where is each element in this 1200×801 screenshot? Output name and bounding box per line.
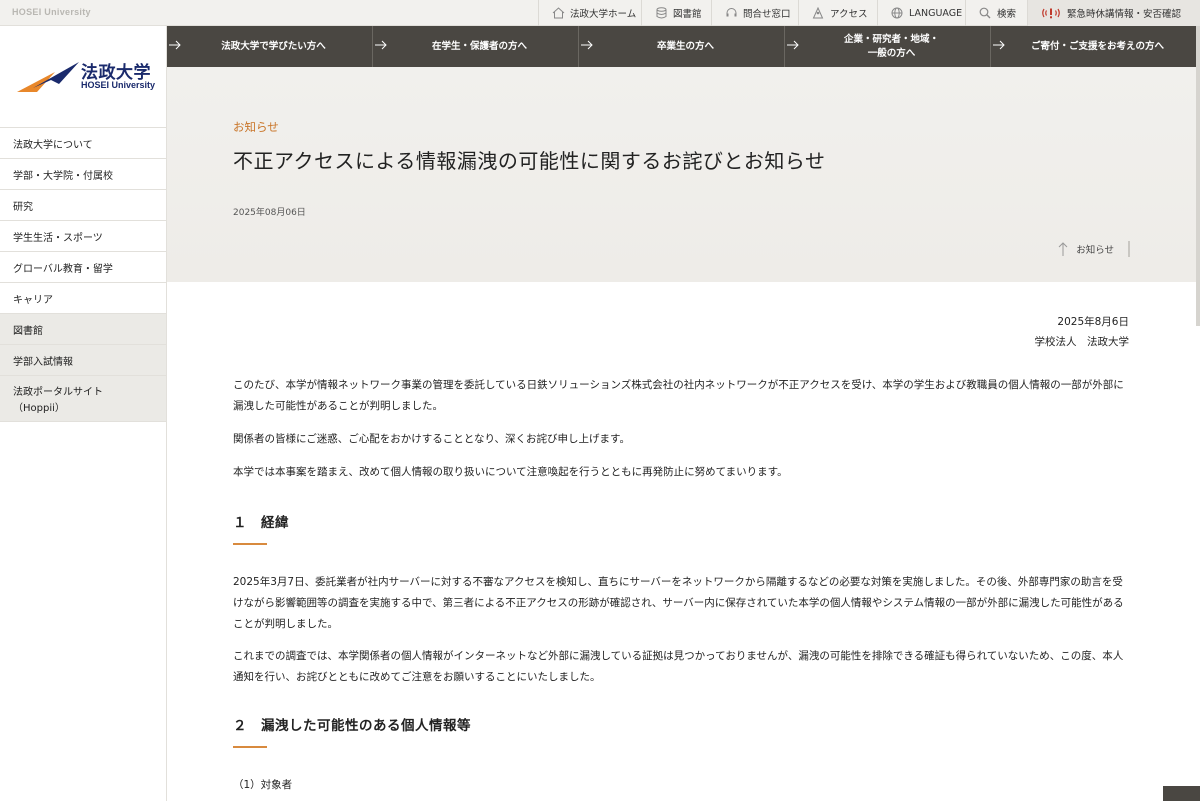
alert-icon bbox=[1040, 6, 1062, 20]
emergency-info-link[interactable]: 緊急時休講情報・安否確認 bbox=[1027, 0, 1200, 26]
util-link-label: 検索 bbox=[997, 9, 1017, 20]
util-link-label: LANGUAGE bbox=[909, 7, 963, 19]
logo-text-en: HOSEI University bbox=[81, 80, 156, 90]
sidebar-item-portal[interactable]: 法政ポータルサイト （Hoppii） bbox=[0, 376, 166, 422]
audience-label: ご寄付・ご支援をお考えの方へ bbox=[1030, 40, 1164, 52]
utility-bar: HOSEI University 法政大学ホーム 図書館 問合せ窓口 アクセス … bbox=[0, 0, 1200, 26]
publish-date: 2025年08月06日 bbox=[233, 208, 306, 218]
scrollbar[interactable] bbox=[1196, 26, 1200, 326]
util-link-label: 法政大学ホーム bbox=[570, 9, 637, 20]
body-paragraph: これまでの調査では、本学関係者の個人情報がインターネットなど外部に漏洩している証… bbox=[233, 650, 1124, 683]
arrow-right-icon bbox=[993, 40, 1005, 50]
util-link-home[interactable]: 法政大学ホーム bbox=[538, 0, 640, 26]
intro-paragraph: 本学では本事案を踏まえ、改めて個人情報の取り扱いについて注意喚起を行うとともに再… bbox=[233, 466, 788, 478]
page-top-button[interactable] bbox=[1163, 786, 1200, 801]
globe-icon bbox=[890, 6, 904, 20]
home-icon bbox=[551, 6, 565, 20]
university-logo[interactable]: 法政大学 HOSEI University bbox=[15, 58, 155, 98]
sidebar-item-global[interactable]: グローバル教育・留学 bbox=[0, 252, 166, 283]
heading-underline bbox=[233, 543, 267, 545]
util-link-label: 問合せ窓口 bbox=[743, 9, 791, 20]
audience-label: 企業・研究者・地域・ 一般の方へ bbox=[843, 33, 939, 59]
sidebar-item-research[interactable]: 研究 bbox=[0, 190, 166, 221]
arrow-right-icon bbox=[787, 40, 799, 50]
sidebar-item-student-life[interactable]: 学生生活・スポーツ bbox=[0, 221, 166, 252]
back-to-news-link[interactable]: お知らせ bbox=[1058, 241, 1130, 257]
signature-date: 2025年8月6日 bbox=[1057, 316, 1129, 328]
util-link-label: アクセス bbox=[830, 9, 868, 20]
search-icon bbox=[978, 6, 992, 20]
article-category[interactable]: お知らせ bbox=[233, 119, 279, 135]
audience-corporate[interactable]: 企業・研究者・地域・ 一般の方へ bbox=[784, 26, 990, 67]
section-heading: ２ 漏洩した可能性のある個人情報等 bbox=[233, 718, 471, 734]
audience-nav: 法政大学で学びたい方へ 在学生・保護者の方へ 卒業生の方へ 企業・研究者・地域・… bbox=[167, 26, 1196, 67]
intro-paragraph: このたび、本学が情報ネットワーク事業の管理を委託している日鉄ソリューションズ株式… bbox=[233, 379, 1124, 412]
arrow-right-icon bbox=[581, 40, 593, 50]
back-label: お知らせ bbox=[1076, 245, 1114, 256]
util-link-access[interactable]: アクセス bbox=[798, 0, 876, 26]
sidebar-item-label: 法政ポータルサイト （Hoppii） bbox=[13, 387, 103, 414]
sidebar-item-about[interactable]: 法政大学について bbox=[0, 128, 166, 159]
page-title: 不正アクセスによる情報漏洩の可能性に関するお詫びとお知らせ bbox=[233, 149, 826, 173]
audience-alumni[interactable]: 卒業生の方へ bbox=[578, 26, 784, 67]
util-link-language[interactable]: LANGUAGE bbox=[877, 0, 964, 26]
emergency-label: 緊急時休講情報・安否確認 bbox=[1067, 9, 1182, 20]
audience-prospective[interactable]: 法政大学で学びたい方へ bbox=[167, 26, 372, 67]
headset-icon bbox=[724, 6, 738, 20]
section-heading: １ 経緯 bbox=[233, 515, 289, 531]
audience-label: 法政大学で学びたい方へ bbox=[221, 40, 326, 52]
database-icon bbox=[654, 6, 668, 20]
heading-underline bbox=[233, 746, 267, 748]
arrow-right-icon bbox=[169, 40, 181, 50]
audience-donation[interactable]: ご寄付・ご支援をお考えの方へ bbox=[990, 26, 1196, 67]
audience-label: 卒業生の方へ bbox=[656, 40, 714, 52]
signature-org: 学校法人 法政大学 bbox=[1034, 336, 1130, 348]
util-link-contact[interactable]: 問合せ窓口 bbox=[711, 0, 797, 26]
util-link-label: 図書館 bbox=[673, 9, 702, 20]
audience-students[interactable]: 在学生・保護者の方へ bbox=[372, 26, 578, 67]
audience-label: 在学生・保護者の方へ bbox=[431, 40, 527, 52]
article-header: お知らせ 不正アクセスによる情報漏洩の可能性に関するお詫びとお知らせ 2025年… bbox=[167, 67, 1196, 282]
intro-paragraph: 関係者の皆様にご迷惑、ご心配をおかけすることとなり、深くお詫び申し上げます。 bbox=[233, 433, 631, 445]
sidebar-item-faculties[interactable]: 学部・大学院・付属校 bbox=[0, 159, 166, 190]
arrow-up-icon bbox=[1058, 242, 1068, 256]
brand-wordmark-small[interactable]: HOSEI University bbox=[12, 7, 91, 17]
util-link-search[interactable]: 検索 bbox=[965, 0, 1026, 26]
util-link-library[interactable]: 図書館 bbox=[641, 0, 711, 26]
sidebar-nav: 法政大学について 学部・大学院・付属校 研究 学生生活・スポーツ グローバル教育… bbox=[0, 127, 166, 422]
divider bbox=[1128, 241, 1130, 257]
access-icon bbox=[811, 6, 825, 20]
sidebar-item-admissions[interactable]: 学部入試情報 bbox=[0, 345, 166, 376]
arrow-right-icon bbox=[375, 40, 387, 50]
sidebar-item-library[interactable]: 図書館 bbox=[0, 314, 166, 345]
signature-block: 2025年8月6日 学校法人 法政大学 bbox=[829, 312, 1130, 352]
body-paragraph: 2025年3月7日、委託業者が社内サーバーに対する不審なアクセスを検知し、直ちに… bbox=[233, 576, 1124, 630]
sidebar-item-career[interactable]: キャリア bbox=[0, 283, 166, 314]
logo-mark-icon bbox=[17, 62, 79, 92]
subsection-heading: （1）対象者 bbox=[233, 779, 293, 791]
left-sidebar: 法政大学 HOSEI University 法政大学について 学部・大学院・付属… bbox=[0, 26, 167, 801]
